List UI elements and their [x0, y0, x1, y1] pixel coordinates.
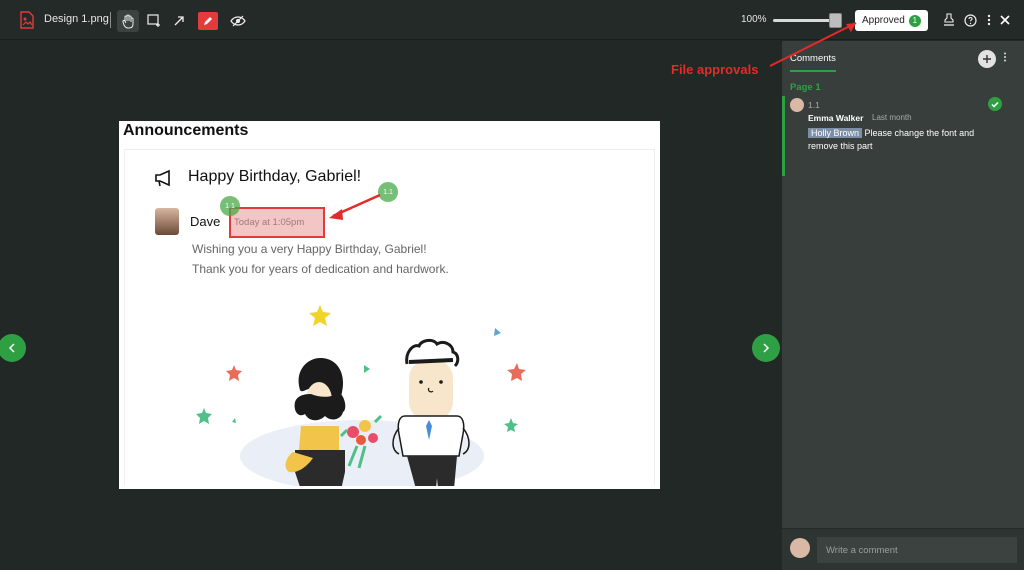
megaphone-icon — [155, 169, 170, 187]
arrow-tool-button[interactable] — [168, 10, 190, 32]
previous-page-button[interactable] — [0, 334, 26, 362]
image-file-icon — [18, 10, 36, 30]
top-toolbar: Design 1.png 100% Approved 1 — [0, 0, 1024, 40]
chevron-right-icon — [763, 343, 770, 353]
comment-index: 1.1 — [808, 100, 820, 110]
close-button[interactable] — [996, 11, 1014, 29]
message-timestamp: Today at 1:05pm — [234, 217, 305, 228]
add-comment-button[interactable] — [978, 50, 996, 68]
pen-tool-button[interactable] — [198, 12, 218, 30]
stamp-button[interactable] — [940, 11, 958, 29]
thread-indicator — [782, 96, 785, 176]
checkmark-icon — [991, 101, 999, 108]
toolbar-divider — [110, 12, 111, 28]
comment-author: Emma Walker — [808, 113, 864, 123]
comments-sidebar: Comments Page 1 1.1 Emma Walker Last mon… — [782, 41, 1024, 570]
approved-label: Approved — [862, 15, 905, 26]
avatar — [790, 98, 804, 112]
more-icon — [987, 14, 991, 26]
approved-count-badge: 1 — [908, 14, 921, 27]
more-icon — [1004, 52, 1006, 62]
zoom-slider-thumb[interactable] — [829, 13, 842, 28]
sidebar-more-button[interactable] — [1003, 51, 1007, 65]
comment-time: Last month — [872, 113, 912, 122]
document-image[interactable]: Announcements Happy Birthday, Gabriel! D… — [119, 121, 660, 489]
page-group-label: Page 1 — [790, 82, 821, 93]
message-line-1: Wishing you a very Happy Birthday, Gabri… — [192, 242, 427, 256]
visibility-toggle-button[interactable] — [227, 10, 249, 32]
author-name: Dave — [190, 214, 221, 229]
comment-pin[interactable]: 1.1 — [378, 182, 398, 202]
zoom-level: 100% — [741, 14, 767, 25]
eye-icon — [230, 15, 246, 27]
comment-pin[interactable]: 1.1 — [220, 196, 240, 216]
approval-status-button[interactable]: Approved 1 — [855, 10, 928, 31]
avatar — [790, 538, 810, 558]
file-approvals-annotation-label: File approvals — [671, 62, 759, 77]
author-avatar — [155, 208, 179, 235]
user-mention[interactable]: Holly Brown — [808, 128, 863, 138]
help-button[interactable] — [961, 11, 979, 29]
select-rect-tool-button[interactable] — [143, 10, 165, 32]
chevron-left-icon — [8, 343, 15, 353]
hand-icon — [122, 14, 134, 28]
pen-icon — [204, 17, 212, 25]
message-line-2: Thank you for years of dedication and ha… — [192, 262, 449, 276]
comment-input[interactable] — [817, 537, 1017, 563]
tab-comments[interactable]: Comments — [790, 53, 836, 72]
stamp-icon — [944, 13, 954, 26]
arrow-icon — [174, 16, 184, 26]
select-rect-icon — [147, 14, 160, 27]
file-name: Design 1.png — [44, 13, 109, 25]
comment-composer — [782, 528, 1024, 570]
help-icon — [963, 13, 977, 27]
comment-body: Holly Brown Please change the font and r… — [808, 127, 988, 153]
resolve-comment-button[interactable] — [988, 97, 1002, 111]
document-heading: Announcements — [123, 122, 249, 139]
next-page-button[interactable] — [752, 334, 780, 362]
plus-icon — [983, 55, 991, 63]
hand-tool-button[interactable] — [117, 10, 139, 32]
announcement-title: Happy Birthday, Gabriel! — [188, 168, 362, 185]
close-icon — [1000, 15, 1010, 25]
zoom-slider[interactable] — [773, 19, 837, 22]
